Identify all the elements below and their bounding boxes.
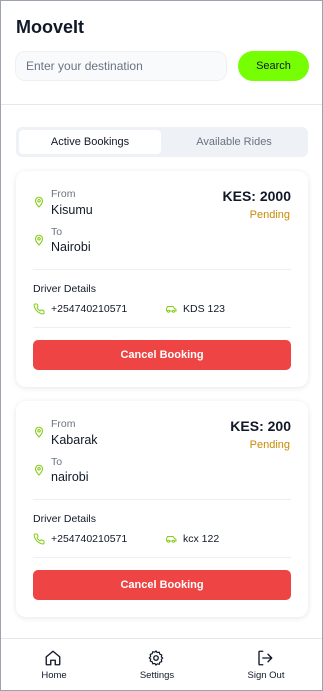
gear-icon	[148, 650, 164, 666]
to-value: nairobi	[51, 470, 89, 484]
status-badge: Pending	[249, 209, 290, 221]
cancel-booking-button[interactable]: Cancel Booking	[33, 340, 291, 370]
bottom-nav: Home Settings Sign Out	[1, 638, 322, 690]
home-icon	[45, 650, 61, 666]
from-value: Kisumu	[51, 203, 93, 217]
vehicle-plate: KDS 123	[183, 303, 226, 315]
phone-icon	[33, 303, 45, 315]
booking-card: From Kisumu To Nairobi KES: 2000 Pending…	[16, 171, 308, 387]
booking-tabs: Active Bookings Available Rides	[16, 127, 308, 157]
nav-label-settings: Settings	[139, 670, 175, 681]
map-pin-icon	[34, 464, 44, 476]
destination-search-input[interactable]	[15, 51, 227, 81]
search-row: Search	[15, 51, 309, 81]
header-divider	[1, 104, 322, 105]
phone-icon	[33, 533, 45, 545]
card-divider	[33, 557, 291, 558]
booking-card: From Kabarak To nairobi KES: 200 Pending…	[16, 401, 308, 617]
card-divider	[33, 269, 291, 270]
to-label: To	[51, 456, 63, 468]
driver-details-title: Driver Details	[33, 283, 97, 295]
cancel-booking-button[interactable]: Cancel Booking	[33, 570, 291, 600]
nav-item-settings[interactable]: Settings	[117, 639, 197, 690]
driver-phone: +254740210571	[51, 533, 128, 545]
booking-price: KES: 2000	[222, 188, 291, 204]
nav-label-home: Home	[41, 670, 67, 681]
tab-available-rides[interactable]: Available Rides	[163, 130, 305, 154]
to-label: To	[51, 226, 63, 238]
nav-label-sign-out: Sign Out	[247, 670, 285, 681]
tab-active-bookings[interactable]: Active Bookings	[19, 130, 161, 154]
app-title: MooveIt	[16, 17, 85, 37]
map-pin-icon	[34, 234, 44, 246]
card-divider	[33, 327, 291, 328]
from-value: Kabarak	[51, 433, 98, 447]
card-divider	[33, 499, 291, 500]
driver-details-title: Driver Details	[33, 513, 97, 525]
map-pin-icon	[34, 196, 44, 208]
status-badge: Pending	[249, 439, 290, 451]
car-icon	[166, 536, 177, 543]
vehicle-plate: kcx 122	[183, 533, 220, 545]
driver-phone: +254740210571	[51, 303, 128, 315]
nav-item-home[interactable]: Home	[14, 639, 94, 690]
app-frame: MooveIt Search Active Bookings Available…	[0, 0, 323, 691]
car-icon	[166, 306, 177, 313]
booking-price: KES: 200	[230, 418, 291, 434]
sign-out-icon	[258, 650, 273, 666]
search-button[interactable]: Search	[238, 51, 309, 81]
nav-item-sign-out[interactable]: Sign Out	[226, 639, 306, 690]
from-label: From	[51, 188, 76, 200]
map-pin-icon	[34, 426, 44, 438]
to-value: Nairobi	[51, 240, 91, 254]
from-label: From	[51, 418, 76, 430]
